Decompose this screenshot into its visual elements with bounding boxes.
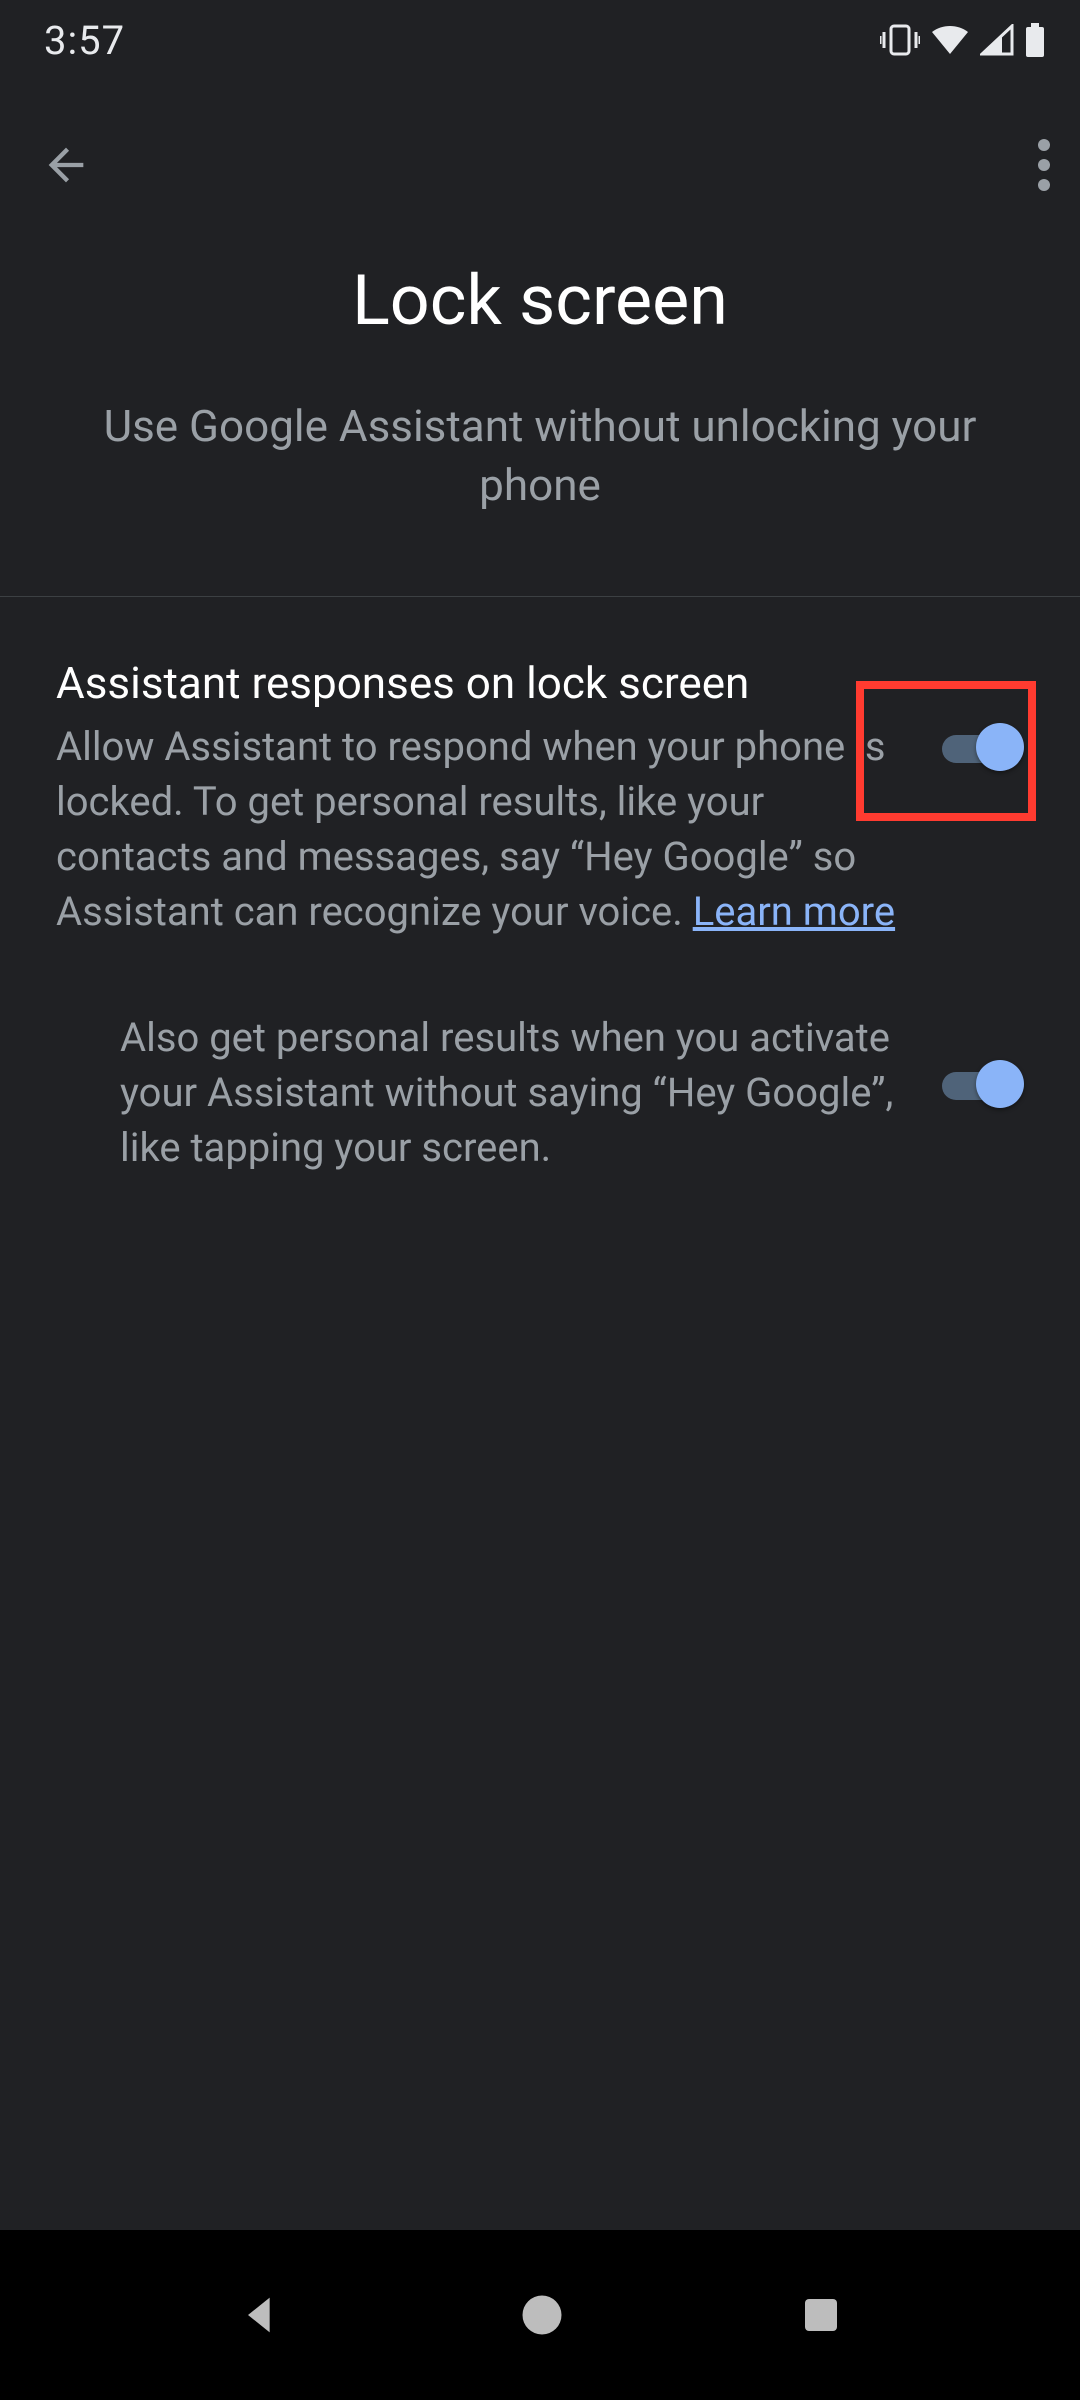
system-nav-bar: [0, 2230, 1080, 2400]
status-icons: [880, 23, 1046, 57]
status-time: 3:57: [44, 17, 125, 64]
setting-personal-results[interactable]: Also get personal results when you activ…: [0, 980, 1080, 1216]
page-header: Lock screen Use Google Assistant without…: [0, 220, 1080, 597]
more-options-button[interactable]: [1038, 139, 1050, 191]
signal-icon: [980, 24, 1014, 56]
battery-icon: [1024, 23, 1046, 57]
wifi-icon: [930, 24, 970, 56]
learn-more-link[interactable]: Learn more: [693, 888, 895, 935]
back-button[interactable]: [40, 139, 92, 191]
setting-title: Assistant responses on lock screen: [56, 657, 896, 709]
app-bar: [0, 110, 1080, 220]
vibrate-icon: [880, 24, 920, 56]
nav-back-button[interactable]: [235, 2289, 287, 2341]
toggle-personal-results[interactable]: [936, 1054, 1024, 1110]
nav-recent-button[interactable]: [797, 2291, 845, 2339]
setting-assistant-responses[interactable]: Assistant responses on lock screen Allow…: [0, 637, 1080, 980]
page-subtitle: Use Google Assistant without unlocking y…: [60, 397, 1020, 516]
toggle-assistant-responses[interactable]: [936, 717, 1024, 773]
nav-home-button[interactable]: [516, 2289, 568, 2341]
status-bar: 3:57: [0, 0, 1080, 80]
page-title: Lock screen: [60, 260, 1020, 342]
setting-description: Also get personal results when you activ…: [120, 1010, 896, 1176]
settings-list: Assistant responses on lock screen Allow…: [0, 597, 1080, 1215]
setting-description: Allow Assistant to respond when your pho…: [56, 719, 896, 940]
